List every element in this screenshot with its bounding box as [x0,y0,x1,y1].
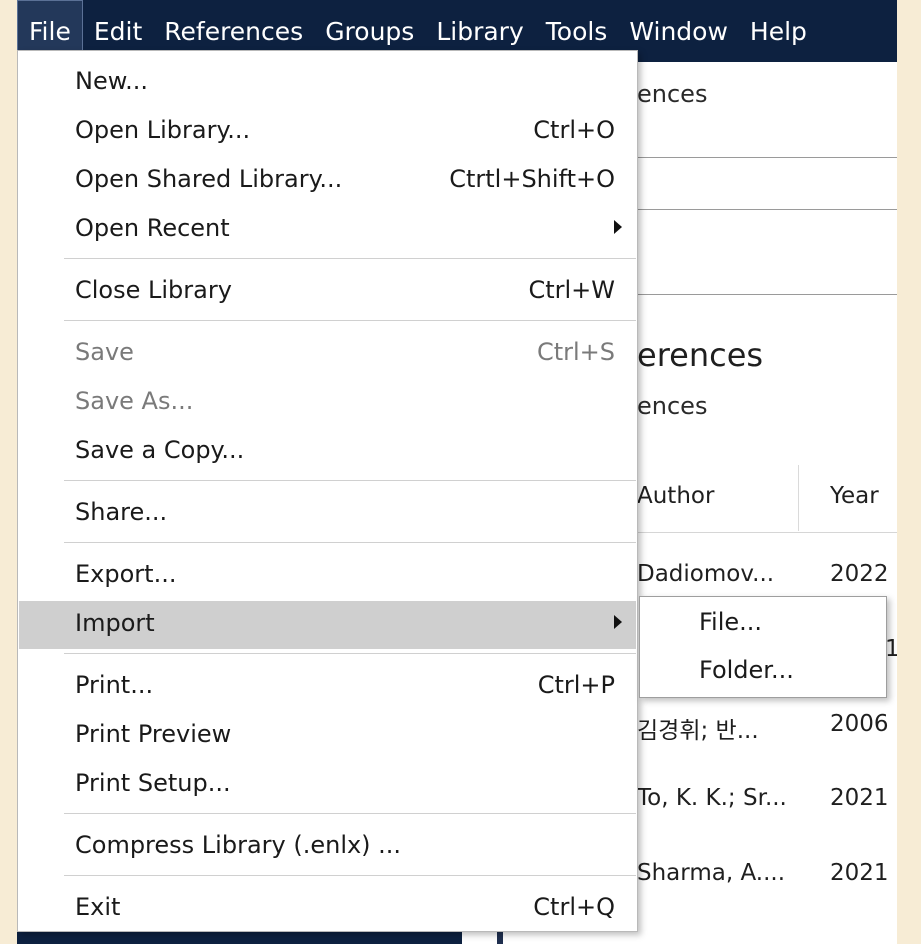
endnote-window: File Edit References Groups Library Tool… [17,0,897,944]
menu-item-shortcut: Ctrl+W [528,276,615,304]
submenu-item-label: File... [699,608,763,636]
menu-item-print-setup[interactable]: Print Setup... [19,761,636,809]
menu-item-shortcut: Ctrl+O [533,116,615,144]
menu-item-open-library[interactable]: Open Library... Ctrl+O [19,108,636,156]
divider [637,157,897,158]
menu-item-shortcut: Ctrl+P [537,671,615,699]
menu-item-import[interactable]: Import [19,601,636,649]
menu-item-print-preview[interactable]: Print Preview [19,712,636,760]
menu-item-label: Print Preview [75,720,232,748]
menu-item-label: Compress Library (.enlx) ... [75,831,402,859]
menu-item-open-shared-library[interactable]: Open Shared Library... Ctrtl+Shift+O [19,157,636,205]
menu-item-shortcut: Ctrtl+Shift+O [449,165,615,193]
menu-item-save: Save Ctrl+S [19,330,636,378]
column-header-author[interactable]: Author [637,483,714,509]
table-row-author[interactable]: Dadiomov... [637,561,774,587]
menu-item-save-a-copy[interactable]: Save a Copy... [19,428,636,476]
menu-item-label: Import [75,609,155,637]
column-separator[interactable] [798,465,799,531]
table-row-year[interactable]: 2021 [830,860,889,886]
menu-item-label: Exit [75,893,121,921]
table-row-year[interactable]: 2006 [830,711,889,737]
menu-separator [64,542,636,543]
library-header-fragment: ences [637,80,708,108]
table-row-author[interactable]: Sharma, A.... [637,860,785,886]
menu-item-label: Export... [75,560,177,588]
menu-item-close-library[interactable]: Close Library Ctrl+W [19,268,636,316]
file-menu: New... Open Library... Ctrl+O Open Share… [17,50,638,932]
menu-separator [64,653,636,654]
menu-item-exit[interactable]: Exit Ctrl+Q [19,885,636,933]
menu-item-label: Share... [75,498,168,526]
chevron-right-icon [614,220,622,234]
section-subtitle: ences [637,392,708,420]
menu-item-label: Save a Copy... [75,436,245,464]
menu-item-label: Print... [75,671,154,699]
menu-item-share[interactable]: Share... [19,490,636,538]
menu-item-print[interactable]: Print... Ctrl+P [19,663,636,711]
divider [637,294,897,295]
menu-help[interactable]: Help [739,0,818,62]
menu-item-label: Save [75,338,134,366]
menu-separator [64,875,636,876]
column-header-year[interactable]: Year [830,483,879,509]
menu-item-save-as: Save As... [19,379,636,427]
submenu-item-label: Folder... [699,656,794,684]
menu-item-new[interactable]: New... [19,59,636,107]
menu-item-shortcut: Ctrl+S [536,338,615,366]
menu-item-label: Open Library... [75,116,251,144]
menu-item-label: New... [75,67,149,95]
table-row-year[interactable]: 2022 [830,561,889,587]
menu-item-open-recent[interactable]: Open Recent [19,206,636,254]
menu-item-export[interactable]: Export... [19,552,636,600]
divider [637,209,897,210]
submenu-item-file[interactable]: File... [641,600,885,648]
menu-separator [64,258,636,259]
menu-separator [64,813,636,814]
menu-separator [64,320,636,321]
menu-item-compress-library[interactable]: Compress Library (.enlx) ... [19,823,636,871]
submenu-item-folder[interactable]: Folder... [641,648,885,696]
menu-item-label: Close Library [75,276,232,304]
menu-item-label: Print Setup... [75,769,231,797]
table-row-author[interactable]: 김경휘; 반... [637,711,759,745]
menu-separator [64,480,636,481]
menu-item-label: Save As... [75,387,194,415]
import-submenu: File... Folder... [639,596,887,698]
menu-item-label: Open Shared Library... [75,165,343,193]
table-row-year[interactable]: 2021 [830,785,889,811]
menu-item-shortcut: Ctrl+Q [533,893,615,921]
section-title: erences [637,336,764,374]
menu-item-label: Open Recent [75,214,230,242]
table-row-author[interactable]: To, K. K.; Sr... [637,785,787,811]
chevron-right-icon [614,615,622,629]
